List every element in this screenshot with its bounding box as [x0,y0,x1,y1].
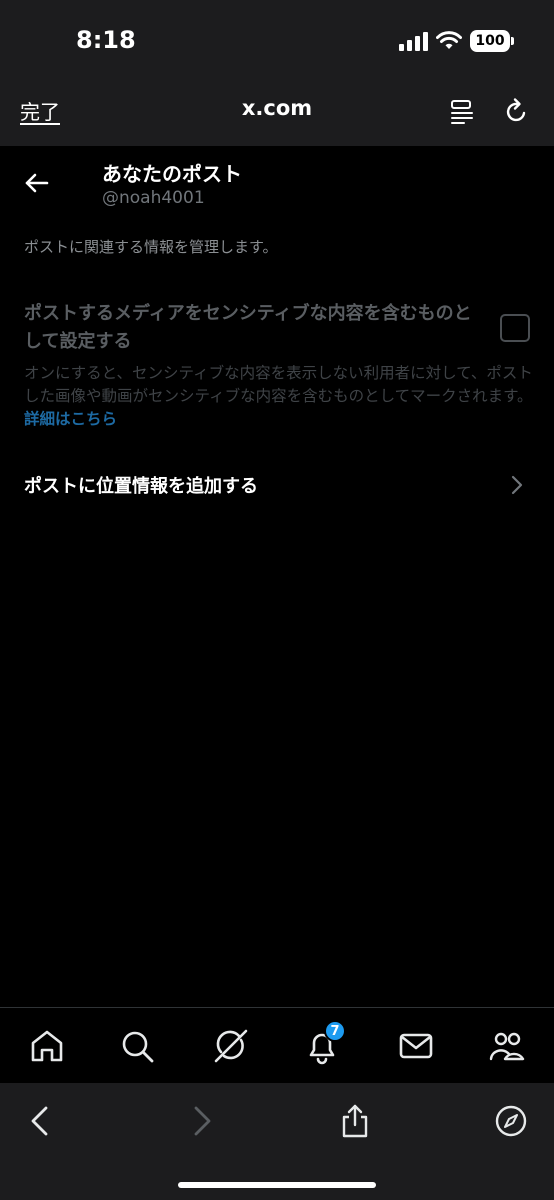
page-title: あなたのポスト [102,162,242,186]
grok-icon[interactable] [211,1026,251,1066]
sensitive-media-help: オンにすると、センシティブな内容を表示しない利用者に対して、ポストした画像や動画… [24,362,534,431]
tab-bar: 7 [0,1007,554,1083]
status-bar: 8:18 100 [0,0,554,84]
add-location-label: ポストに位置情報を追加する [24,476,258,497]
browser-bar: 完了 x.com [0,84,554,146]
browser-forward-icon [194,1106,211,1136]
page-header: あなたのポスト @noah4001 [0,146,554,222]
communities-icon[interactable] [487,1026,527,1066]
wifi-icon [436,31,462,49]
notification-badge: 7 [324,1020,346,1042]
share-icon[interactable] [338,1103,372,1139]
signal-icon [399,32,428,51]
reader-mode-icon[interactable] [448,98,476,126]
messages-icon[interactable] [396,1026,436,1066]
done-button[interactable]: 完了 [20,96,60,125]
learn-more-link[interactable]: 詳細はこちら [24,410,117,428]
home-icon[interactable] [27,1026,67,1066]
home-indicator [178,1182,376,1188]
battery-icon: 100 [470,30,514,52]
add-location-row[interactable]: ポストに位置情報を追加する [0,456,554,514]
compass-icon[interactable] [494,1103,528,1139]
browser-back-icon[interactable] [24,1103,58,1139]
sensitive-media-checkbox[interactable] [500,314,530,342]
page-description: ポストに関連する情報を管理します。 [24,238,278,256]
sensitive-help-text: オンにすると、センシティブな内容を表示しない利用者に対して、ポストした画像や動画… [24,364,533,405]
reload-icon[interactable] [502,96,532,126]
status-time: 8:18 [76,26,136,54]
back-arrow-icon[interactable] [22,168,52,198]
user-handle: @noah4001 [102,188,205,208]
search-icon[interactable] [117,1026,157,1066]
chevron-right-icon [511,475,523,495]
status-icons: 100 [398,30,514,52]
sensitive-media-label: ポストするメディアをセンシティブな内容を含むものとして設定する [24,303,472,352]
